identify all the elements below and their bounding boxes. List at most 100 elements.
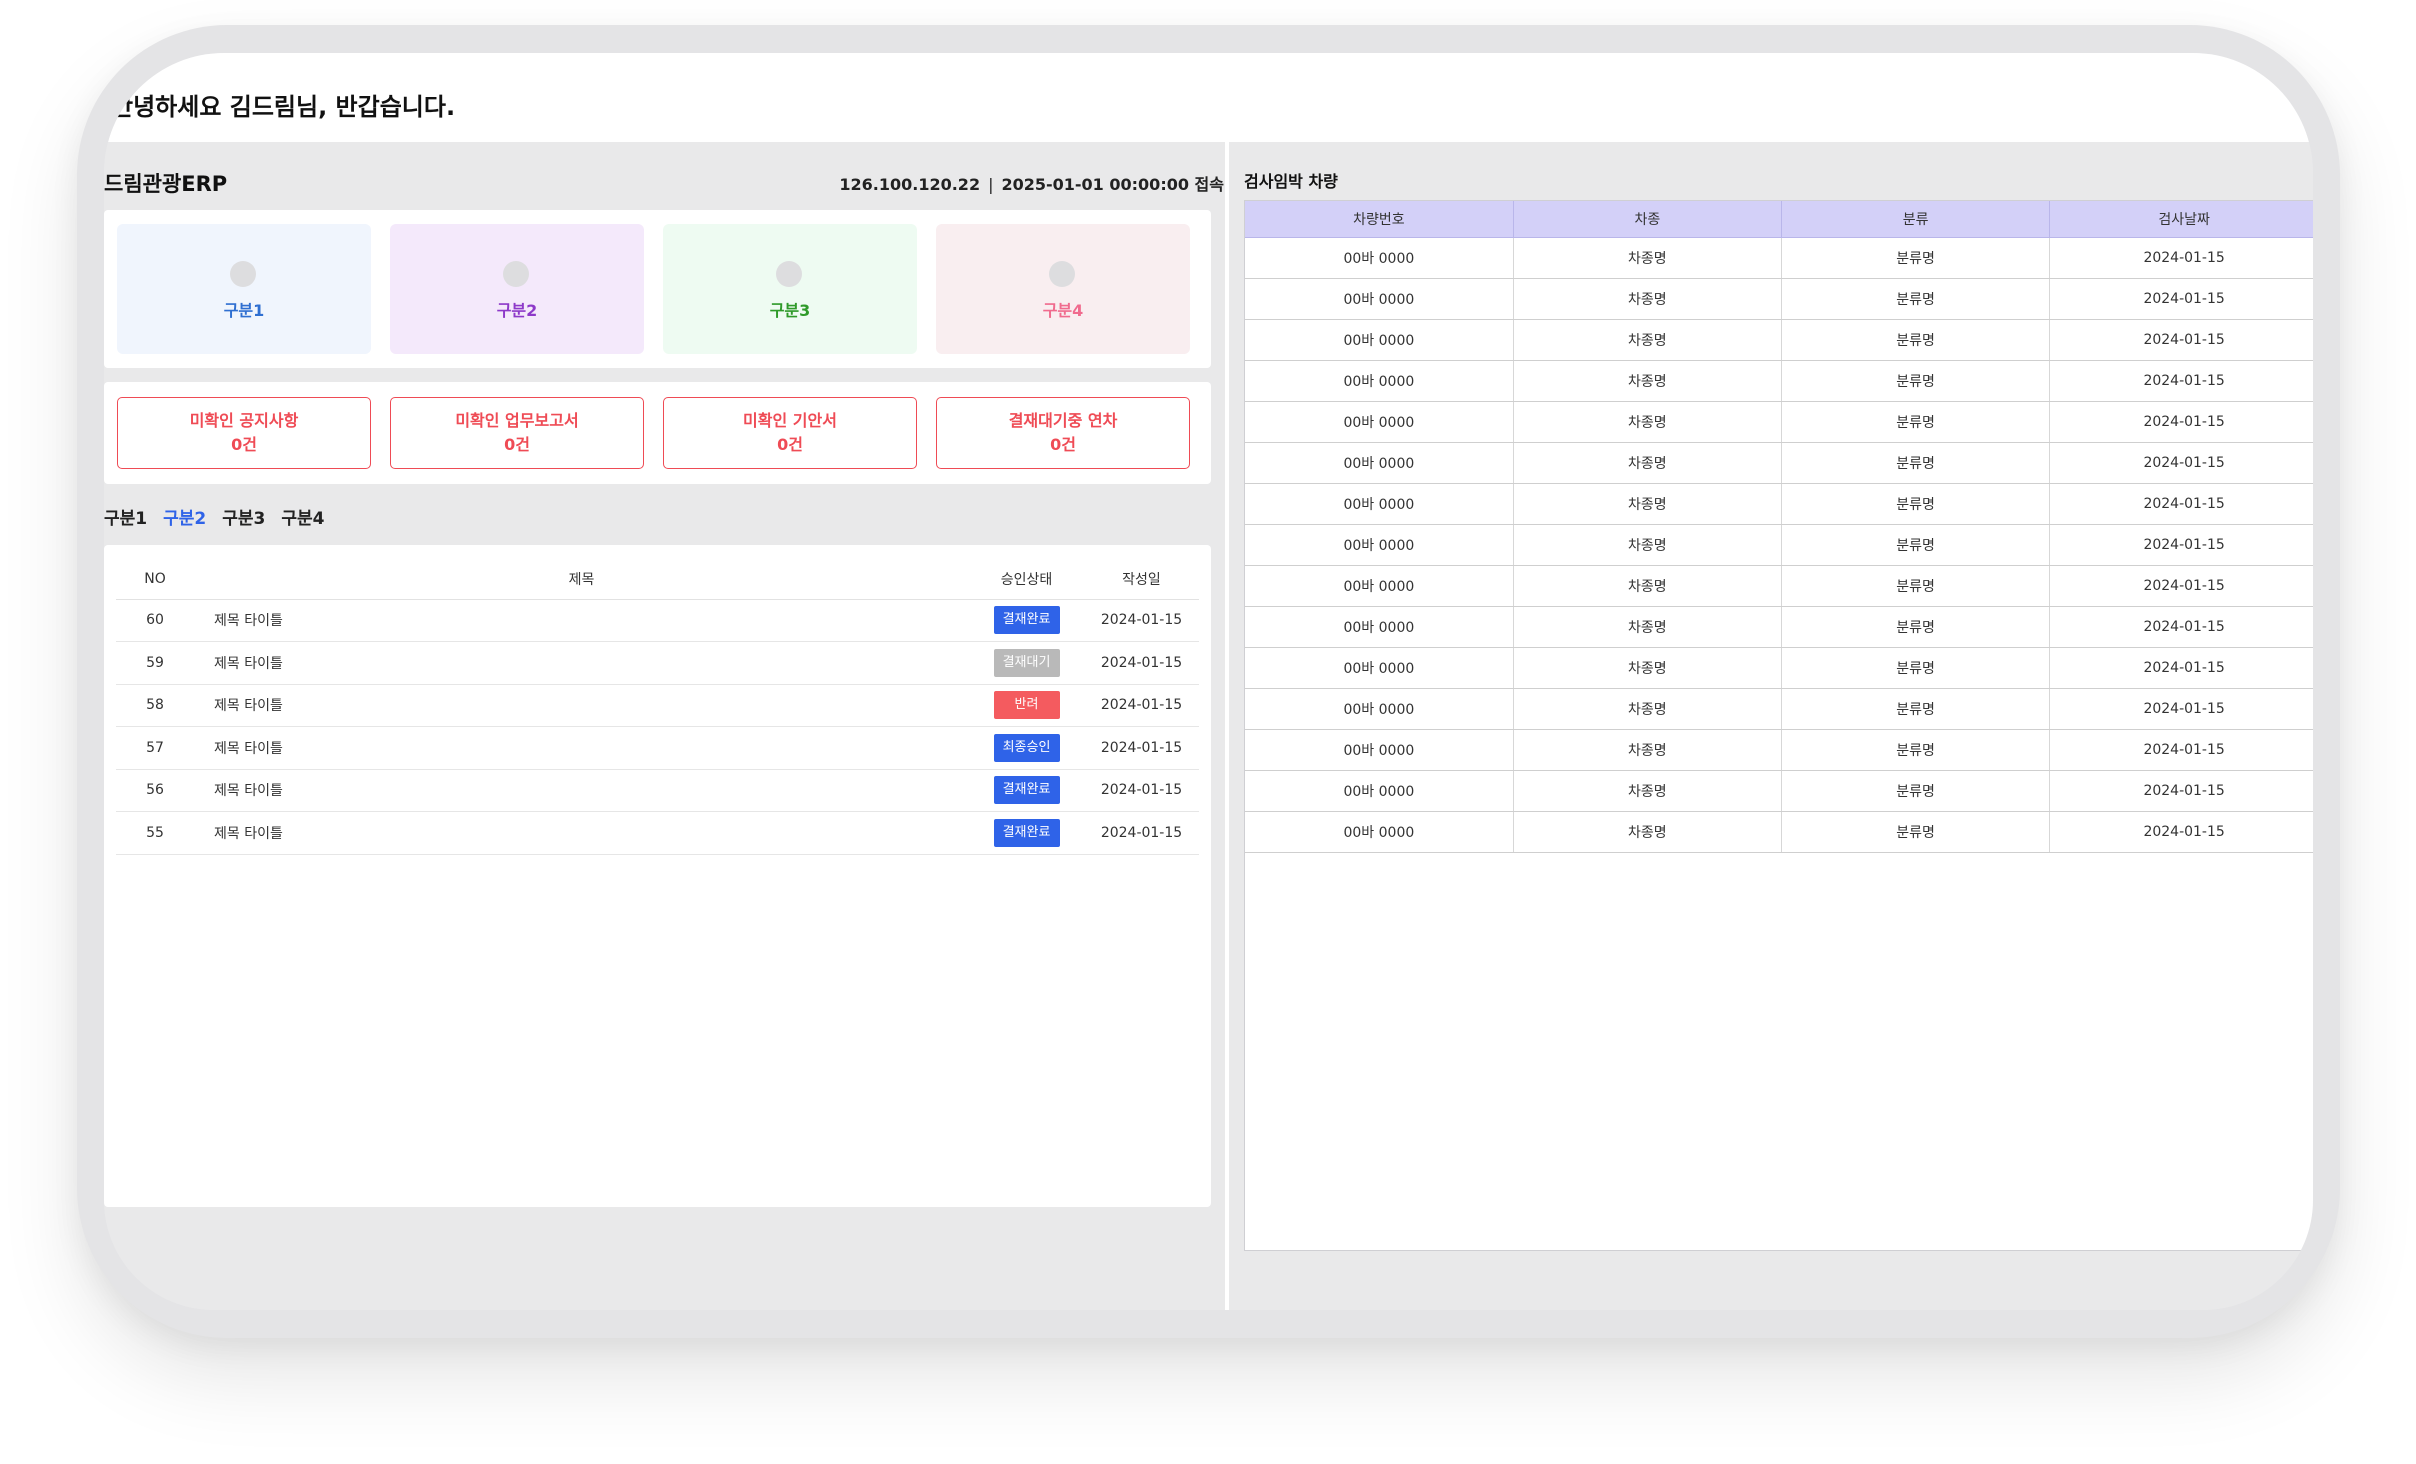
row-status: 결재대기 bbox=[969, 641, 1084, 685]
table-header-row: 차량번호 차종 분류 검사날짜 bbox=[1245, 201, 2313, 238]
cell-vehicle-type: 차종명 bbox=[1513, 729, 1783, 771]
tab-category-2[interactable]: 구분2 bbox=[163, 504, 206, 529]
alert-unread-reports[interactable]: 미확인 업무보고서 0건 bbox=[390, 397, 644, 469]
cell-vehicle-number: 00바 0000 bbox=[1245, 483, 1514, 525]
row-status: 최종승인 bbox=[969, 726, 1084, 770]
table-row[interactable]: 57 제목 타이틀 최종승인 2024-01-15 bbox=[116, 726, 1199, 770]
table-row[interactable]: 00바 0000 차종명 분류명 2024-01-15 bbox=[1245, 811, 2313, 853]
row-no: 58 bbox=[116, 684, 194, 727]
header-vehicle-number: 차량번호 bbox=[1245, 201, 1514, 238]
category-label: 구분4 bbox=[1042, 301, 1084, 320]
table-row[interactable]: 59 제목 타이틀 결재대기 2024-01-15 bbox=[116, 641, 1199, 685]
tab-category-4[interactable]: 구분4 bbox=[281, 504, 324, 529]
table-row[interactable]: 00바 0000 차종명 분류명 2024-01-15 bbox=[1245, 360, 2313, 402]
header-status: 승인상태 bbox=[969, 559, 1084, 600]
table-row[interactable]: 00바 0000 차종명 분류명 2024-01-15 bbox=[1245, 647, 2313, 689]
row-date: 2024-01-15 bbox=[1084, 599, 1199, 642]
alert-pending-leave[interactable]: 결재대기중 연차 0건 bbox=[936, 397, 1190, 469]
row-status: 결재완료 bbox=[969, 599, 1084, 642]
category-card-1[interactable]: 구분1 bbox=[117, 224, 371, 354]
cell-vehicle-number: 00바 0000 bbox=[1245, 729, 1514, 771]
cell-vehicle-type: 차종명 bbox=[1513, 565, 1783, 607]
table-row[interactable]: 00바 0000 차종명 분류명 2024-01-15 bbox=[1245, 483, 2313, 525]
row-title[interactable]: 제목 타이틀 bbox=[194, 769, 969, 812]
row-no: 55 bbox=[116, 811, 194, 855]
table-row[interactable]: 00바 0000 차종명 분류명 2024-01-15 bbox=[1245, 606, 2313, 648]
table-row[interactable]: 00바 0000 차종명 분류명 2024-01-15 bbox=[1245, 729, 2313, 771]
row-title[interactable]: 제목 타이틀 bbox=[194, 726, 969, 770]
table-row[interactable]: 00바 0000 차종명 분류명 2024-01-15 bbox=[1245, 237, 2313, 279]
table-row[interactable]: 00바 0000 차종명 분류명 2024-01-15 bbox=[1245, 688, 2313, 730]
cell-vehicle-type: 차종명 bbox=[1513, 647, 1783, 689]
cell-vehicle-number: 00바 0000 bbox=[1245, 770, 1514, 812]
header-classification: 분류 bbox=[1781, 201, 2051, 238]
cell-vehicle-type: 차종명 bbox=[1513, 770, 1783, 812]
vehicle-panel-title: 검사임박 차량 bbox=[1244, 172, 1338, 191]
tab-category-1[interactable]: 구분1 bbox=[104, 504, 147, 529]
category-cards: 구분1 구분2 구분3 구분4 bbox=[104, 210, 1211, 368]
access-ip: 126.100.120.22 bbox=[839, 175, 981, 194]
table-row[interactable]: 58 제목 타이틀 반려 2024-01-15 bbox=[116, 684, 1199, 727]
table-row[interactable]: 00바 0000 차종명 분류명 2024-01-15 bbox=[1245, 565, 2313, 607]
greeting-text: 안녕하세요 김드림님, 반갑습니다. bbox=[111, 93, 456, 121]
row-title[interactable]: 제목 타이틀 bbox=[194, 684, 969, 727]
status-badge: 결재완료 bbox=[993, 818, 1060, 847]
cell-classification: 분류명 bbox=[1781, 319, 2051, 361]
category-label: 구분1 bbox=[223, 301, 265, 320]
alert-unread-drafts[interactable]: 미확인 기안서 0건 bbox=[663, 397, 917, 469]
category-label: 구분3 bbox=[769, 301, 811, 320]
cell-inspection-date: 2024-01-15 bbox=[2049, 729, 2313, 771]
row-title[interactable]: 제목 타이틀 bbox=[194, 811, 969, 855]
row-date: 2024-01-15 bbox=[1084, 684, 1199, 727]
cell-classification: 분류명 bbox=[1781, 442, 2051, 484]
row-title[interactable]: 제목 타이틀 bbox=[194, 599, 969, 642]
top-bar: 안녕하세요 김드림님, 반갑습니다. bbox=[104, 53, 2313, 142]
category-card-2[interactable]: 구분2 bbox=[390, 224, 644, 354]
alert-label: 미확인 업무보고서 bbox=[455, 411, 579, 430]
row-no: 56 bbox=[116, 769, 194, 812]
cell-inspection-date: 2024-01-15 bbox=[2049, 688, 2313, 730]
cell-vehicle-number: 00바 0000 bbox=[1245, 811, 1514, 853]
row-no: 59 bbox=[116, 641, 194, 685]
row-status: 결재완료 bbox=[969, 769, 1084, 812]
table-row[interactable]: 00바 0000 차종명 분류명 2024-01-15 bbox=[1245, 770, 2313, 812]
cell-classification: 분류명 bbox=[1781, 524, 2051, 566]
category-tabs: 구분1 구분2 구분3 구분4 bbox=[104, 504, 324, 529]
cell-inspection-date: 2024-01-15 bbox=[2049, 811, 2313, 853]
table-row[interactable]: 00바 0000 차종명 분류명 2024-01-15 bbox=[1245, 278, 2313, 320]
cell-vehicle-number: 00바 0000 bbox=[1245, 360, 1514, 402]
row-title[interactable]: 제목 타이틀 bbox=[194, 641, 969, 685]
row-date: 2024-01-15 bbox=[1084, 641, 1199, 685]
category-dot-icon bbox=[776, 261, 802, 287]
cell-vehicle-number: 00바 0000 bbox=[1245, 278, 1514, 320]
cell-inspection-date: 2024-01-15 bbox=[2049, 524, 2313, 566]
table-row[interactable]: 00바 0000 차종명 분류명 2024-01-15 bbox=[1245, 442, 2313, 484]
vehicle-table-body: 00바 0000 차종명 분류명 2024-01-15 00바 0000 차종명 분류명 20… bbox=[1245, 237, 2313, 853]
brand-title: 드림관광ERP bbox=[104, 172, 228, 196]
row-date: 2024-01-15 bbox=[1084, 811, 1199, 855]
row-status: 결재완료 bbox=[969, 811, 1084, 855]
table-row[interactable]: 56 제목 타이틀 결재완료 2024-01-15 bbox=[116, 769, 1199, 812]
cell-vehicle-type: 차종명 bbox=[1513, 524, 1783, 566]
cell-vehicle-type: 차종명 bbox=[1513, 811, 1783, 853]
alert-unread-notices[interactable]: 미확인 공지사항 0건 bbox=[117, 397, 371, 469]
access-datetime: 2025-01-01 00:00:00 접속 bbox=[1001, 175, 1224, 194]
table-row[interactable]: 00바 0000 차종명 분류명 2024-01-15 bbox=[1245, 319, 2313, 361]
cell-inspection-date: 2024-01-15 bbox=[2049, 237, 2313, 279]
vehicle-table-container: 차량번호 차종 분류 검사날짜 00바 0000 차종명 분류명 2024-01-15… bbox=[1244, 200, 2313, 1251]
cell-vehicle-number: 00바 0000 bbox=[1245, 401, 1514, 443]
table-row[interactable]: 55 제목 타이틀 결재완료 2024-01-15 bbox=[116, 811, 1199, 855]
category-card-3[interactable]: 구분3 bbox=[663, 224, 917, 354]
table-row[interactable]: 00바 0000 차종명 분류명 2024-01-15 bbox=[1245, 524, 2313, 566]
category-card-4[interactable]: 구분4 bbox=[936, 224, 1190, 354]
category-label: 구분2 bbox=[496, 301, 538, 320]
table-row[interactable]: 00바 0000 차종명 분류명 2024-01-15 bbox=[1245, 401, 2313, 443]
alert-label: 결재대기중 연차 bbox=[1008, 411, 1118, 430]
table-header-row: NO 제목 승인상태 작성일 bbox=[116, 559, 1199, 600]
tab-category-3[interactable]: 구분3 bbox=[222, 504, 265, 529]
cell-classification: 분류명 bbox=[1781, 688, 2051, 730]
alert-label: 미확인 기안서 bbox=[743, 411, 837, 430]
table-row[interactable]: 60 제목 타이틀 결재완료 2024-01-15 bbox=[116, 599, 1199, 642]
alert-count: 0건 bbox=[1050, 435, 1076, 454]
access-info: 126.100.120.22 | 2025-01-01 00:00:00 접속 bbox=[839, 171, 1224, 195]
